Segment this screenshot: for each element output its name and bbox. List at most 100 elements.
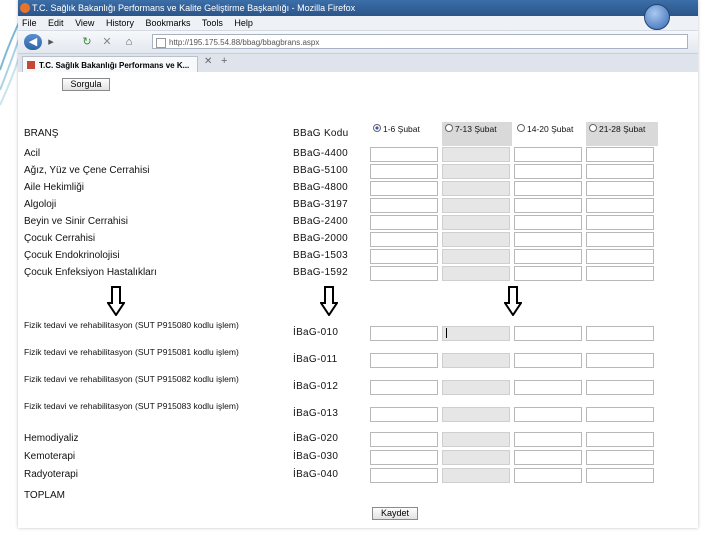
value-input-2[interactable] — [442, 181, 510, 196]
value-input-1[interactable] — [370, 232, 438, 247]
brans-name: Fizik tedavi ve rehabilitasyon (SUT P915… — [24, 320, 239, 330]
value-input-4[interactable] — [586, 468, 654, 483]
value-input-1[interactable] — [370, 450, 438, 465]
period-radio-3[interactable] — [517, 124, 525, 132]
brans-header: BRANŞ — [24, 128, 59, 139]
value-input-3[interactable] — [514, 266, 582, 281]
menu-bookmarks[interactable]: Bookmarks — [145, 18, 190, 28]
brans-name: Ağız, Yüz ve Çene Cerrahisi — [24, 165, 150, 176]
new-tab-icon[interactable]: + — [221, 55, 227, 67]
value-input-4[interactable] — [586, 164, 654, 179]
sorgula-button[interactable]: Sorgula — [62, 78, 110, 91]
value-input-4[interactable] — [586, 249, 654, 264]
value-input-2[interactable] — [442, 249, 510, 264]
value-input-3[interactable] — [514, 432, 582, 447]
value-input-3[interactable] — [514, 450, 582, 465]
home-button[interactable]: ⌂ — [122, 34, 136, 50]
value-input-2[interactable] — [442, 164, 510, 179]
value-input-1[interactable] — [370, 407, 438, 422]
value-input-3[interactable] — [514, 407, 582, 422]
period-label-2: 7-13 Şubat — [455, 124, 497, 134]
value-input-3[interactable] — [514, 181, 582, 196]
brans-code: BBaG-2000 — [293, 233, 348, 244]
value-input-2[interactable] — [442, 215, 510, 230]
value-input-3[interactable] — [514, 164, 582, 179]
value-input-2[interactable] — [442, 450, 510, 465]
value-input-4[interactable] — [586, 215, 654, 230]
value-input-3[interactable] — [514, 249, 582, 264]
brans-name: Çocuk Enfeksiyon Hastalıkları — [24, 267, 157, 278]
value-input-1[interactable] — [370, 215, 438, 230]
value-input-2[interactable] — [442, 147, 510, 162]
value-input-2[interactable] — [442, 326, 510, 341]
value-input-3[interactable] — [514, 147, 582, 162]
value-input-2[interactable] — [442, 232, 510, 247]
close-tab-icon[interactable]: ✕ — [204, 56, 212, 67]
value-input-1[interactable] — [370, 249, 438, 264]
menu-view[interactable]: View — [75, 18, 94, 28]
menu-help[interactable]: Help — [234, 18, 253, 28]
value-input-4[interactable] — [586, 326, 654, 341]
value-input-4[interactable] — [586, 432, 654, 447]
value-input-3[interactable] — [514, 215, 582, 230]
value-input-2[interactable] — [442, 266, 510, 281]
period-label-4: 21-28 Şubat — [599, 124, 646, 134]
value-input-1[interactable] — [370, 432, 438, 447]
value-input-2[interactable] — [442, 468, 510, 483]
value-input-4[interactable] — [586, 232, 654, 247]
value-input-1[interactable] — [370, 164, 438, 179]
site-favicon — [27, 61, 35, 69]
value-input-3[interactable] — [514, 353, 582, 368]
brans-code: BBaG-5100 — [293, 165, 348, 176]
value-input-1[interactable] — [370, 198, 438, 213]
period-radio-4[interactable] — [589, 124, 597, 132]
value-input-3[interactable] — [514, 326, 582, 341]
value-input-1[interactable] — [370, 353, 438, 368]
back-button[interactable]: ◀ — [24, 34, 42, 50]
value-input-3[interactable] — [514, 232, 582, 247]
value-input-2[interactable] — [442, 407, 510, 422]
menu-edit[interactable]: Edit — [48, 18, 64, 28]
brans-name: Radyoterapi — [24, 469, 78, 480]
menu-history[interactable]: History — [106, 18, 134, 28]
brans-name: Fizik tedavi ve rehabilitasyon (SUT P915… — [24, 374, 239, 384]
value-input-2[interactable] — [442, 353, 510, 368]
value-input-1[interactable] — [370, 181, 438, 196]
value-input-4[interactable] — [586, 407, 654, 422]
value-input-1[interactable] — [370, 380, 438, 395]
value-input-4[interactable] — [586, 380, 654, 395]
reload-button[interactable]: ↻ — [80, 34, 94, 50]
value-input-4[interactable] — [586, 181, 654, 196]
value-input-1[interactable] — [370, 326, 438, 341]
menu-bar: File Edit View History Bookmarks Tools H… — [18, 16, 698, 31]
value-input-1[interactable] — [370, 468, 438, 483]
value-input-4[interactable] — [586, 147, 654, 162]
brans-code: İBaG-010 — [293, 327, 339, 338]
value-input-4[interactable] — [586, 450, 654, 465]
value-input-2[interactable] — [442, 380, 510, 395]
tab-active[interactable]: T.C. Sağlık Bakanlığı Performans ve K... — [22, 56, 198, 73]
tab-label: T.C. Sağlık Bakanlığı Performans ve K... — [39, 61, 190, 70]
value-input-3[interactable] — [514, 468, 582, 483]
kaydet-button[interactable]: Kaydet — [372, 507, 418, 520]
value-input-3[interactable] — [514, 198, 582, 213]
value-input-4[interactable] — [586, 266, 654, 281]
brans-code: BBaG-4400 — [293, 148, 348, 159]
forward-button[interactable]: ▸ — [44, 34, 58, 50]
value-input-1[interactable] — [370, 266, 438, 281]
stop-button[interactable]: ✕ — [100, 34, 114, 50]
address-bar[interactable]: http://195.175.54.88/bbag/bbagbrans.aspx — [152, 34, 688, 49]
value-input-3[interactable] — [514, 380, 582, 395]
period-radio-1[interactable] — [373, 124, 381, 132]
menu-tools[interactable]: Tools — [202, 18, 223, 28]
value-input-1[interactable] — [370, 147, 438, 162]
value-input-4[interactable] — [586, 353, 654, 368]
brans-code: İBaG-011 — [293, 354, 338, 365]
period-radio-2[interactable] — [445, 124, 453, 132]
value-input-2[interactable] — [442, 198, 510, 213]
menu-file[interactable]: File — [22, 18, 37, 28]
value-input-4[interactable] — [586, 198, 654, 213]
title-bar: T.C. Sağlık Bakanlığı Performans ve Kali… — [18, 0, 698, 16]
value-input-2[interactable] — [442, 432, 510, 447]
brans-name: Aile Hekimliği — [24, 182, 85, 193]
